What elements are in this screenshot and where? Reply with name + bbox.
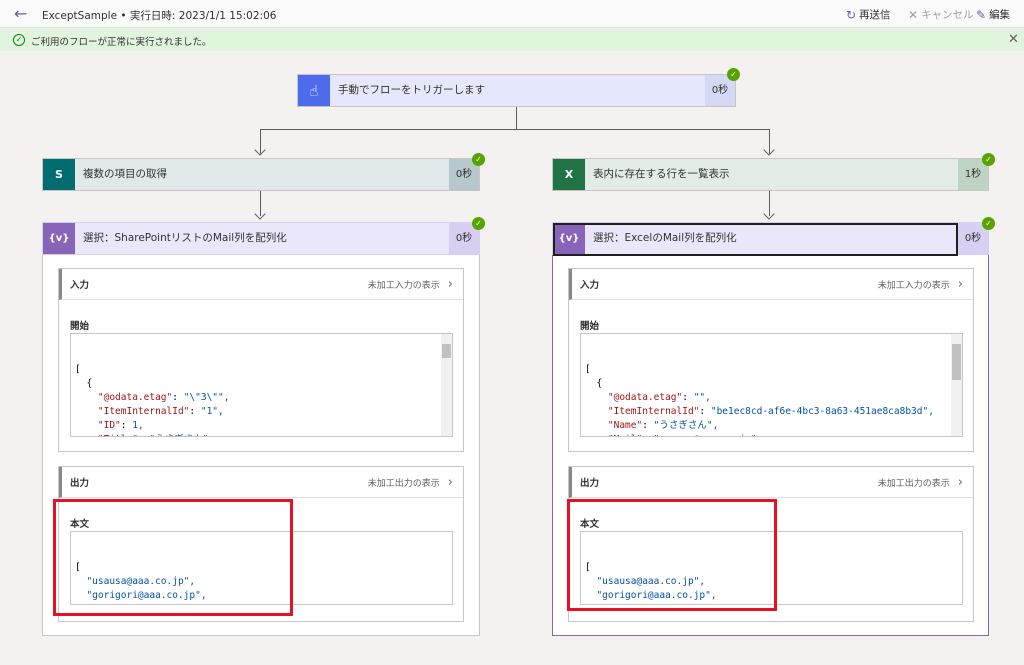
- back-arrow-icon[interactable]: ←: [14, 5, 32, 23]
- arrow-down-icon: [254, 144, 266, 156]
- left-input-header[interactable]: 入力 未加工入力の表示 ›: [59, 269, 463, 300]
- cancel-button[interactable]: ✕ キャンセル: [908, 7, 974, 22]
- code-line: "ItemInternalId": "be1ec8cd-af6e-4bc3-8a…: [607, 406, 934, 417]
- right-output-header[interactable]: 出力 未加工出力の表示 ›: [569, 467, 973, 498]
- focus-outline: [553, 223, 958, 256]
- data-operation-icon: {v}: [43, 223, 75, 254]
- trigger-label: 手動でフローをトリガーします: [338, 84, 485, 96]
- left-output-header[interactable]: 出力 未加工出力の表示 ›: [59, 467, 463, 498]
- code-lines: [ { "@odata.etag": "\"3\"", "ItemInterna…: [75, 363, 448, 436]
- code-line: {: [585, 378, 603, 389]
- success-check-icon: ✓: [982, 217, 995, 230]
- get-items-card[interactable]: S 複数の項目の取得 0秒: [42, 158, 480, 191]
- right-input-code[interactable]: [ { "@odata.etag": "", "ItemInternalId":…: [580, 333, 963, 437]
- chevron-right-icon[interactable]: ›: [958, 475, 963, 490]
- banner-message: ご利用のフローが正常に実行されました。: [31, 37, 212, 48]
- code-line: "Title": "うさぎさん",: [75, 433, 448, 436]
- resubmit-button[interactable]: ↻ 再送信: [846, 7, 891, 22]
- run-title: ExceptSample • 実行日時: 2023/1/1 15:02:06: [42, 10, 277, 22]
- top-bar: ← ExceptSample • 実行日時: 2023/1/1 15:02:06…: [0, 0, 1024, 28]
- connector-line: [260, 129, 770, 130]
- show-raw-input-link[interactable]: 未加工入力の表示: [878, 278, 950, 291]
- code-line: "@odata.etag": "\"3\"",: [97, 392, 230, 403]
- arrow-down-icon: [763, 208, 775, 220]
- code-line: "ItemInternalId": "1",: [97, 406, 224, 417]
- code-line: [: [585, 364, 591, 375]
- success-check-icon: ✓: [472, 153, 485, 166]
- success-check-icon: ✓: [727, 68, 740, 81]
- right-input-field-label: 開始: [580, 321, 600, 332]
- show-raw-output-link[interactable]: 未加工出力の表示: [368, 476, 440, 489]
- code-lines: [ { "@odata.etag": "", "ItemInternalId":…: [585, 363, 958, 436]
- touch-icon: ☝: [298, 75, 330, 106]
- highlight-box: [567, 499, 777, 611]
- success-check-icon: ✓: [982, 153, 995, 166]
- edit-button[interactable]: ✎ 編集: [976, 7, 1010, 22]
- show-raw-output-link[interactable]: 未加工出力の表示: [878, 476, 950, 489]
- success-check-icon: ✓: [472, 217, 485, 230]
- highlight-box: [53, 499, 293, 616]
- code-line: {: [75, 378, 93, 389]
- arrow-down-icon: [254, 208, 266, 220]
- close-banner-icon[interactable]: ✕: [1008, 32, 1019, 47]
- scrollbar[interactable]: [441, 334, 452, 436]
- left-input-field-label: 開始: [70, 321, 90, 332]
- arrow-down-icon: [763, 144, 775, 156]
- chevron-right-icon[interactable]: ›: [958, 277, 963, 292]
- chevron-right-icon[interactable]: ›: [448, 475, 453, 490]
- checkmark-icon: ✓: [13, 34, 25, 46]
- code-line: "Mail": "usausa@aaa.co.jp": [585, 433, 958, 436]
- code-line: "Name": "うさぎさん",: [607, 420, 719, 431]
- left-select-header[interactable]: {v} 選択：SharePointリストのMail列を配列化 0秒: [42, 222, 480, 255]
- connector-line: [516, 107, 517, 129]
- chevron-right-icon[interactable]: ›: [448, 277, 453, 292]
- left-input-code[interactable]: [ { "@odata.etag": "\"3\"", "ItemInterna…: [70, 333, 453, 437]
- code-line: "ID": 1,: [97, 420, 144, 431]
- sharepoint-icon: S: [43, 159, 75, 190]
- close-icon: ✕: [908, 7, 919, 22]
- trigger-card[interactable]: ☝ 手動でフローをトリガーします 0秒: [297, 74, 736, 107]
- left-select-label: 選択：SharePointリストのMail列を配列化: [83, 232, 287, 244]
- scrollbar[interactable]: [951, 334, 962, 436]
- excel-icon: X: [553, 159, 585, 190]
- code-line: [: [75, 364, 81, 375]
- show-raw-input-link[interactable]: 未加工入力の表示: [368, 278, 440, 291]
- right-input-header[interactable]: 入力 未加工入力の表示 ›: [569, 269, 973, 300]
- list-rows-label: 表内に存在する行を一覧表示: [593, 168, 730, 180]
- code-line: "@odata.etag": "",: [607, 392, 711, 403]
- success-banner: ✓ ご利用のフローが正常に実行されました。 ✕: [0, 29, 1024, 51]
- list-rows-card[interactable]: X 表内に存在する行を一覧表示 1秒: [552, 158, 989, 191]
- pencil-icon: ✎: [976, 7, 987, 22]
- refresh-icon: ↻: [846, 7, 857, 22]
- get-items-label: 複数の項目の取得: [83, 168, 167, 180]
